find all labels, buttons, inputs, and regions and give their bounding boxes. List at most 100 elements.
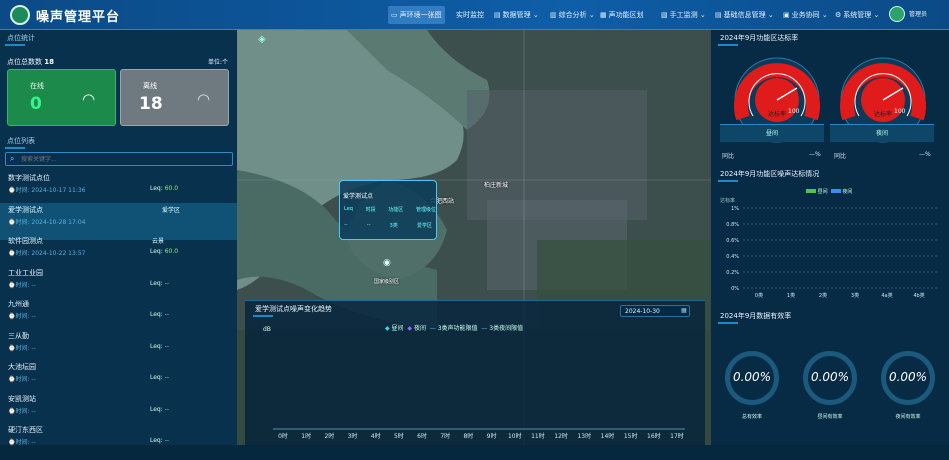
section-underline (5, 44, 25, 46)
ring-night-value: 0.00% (888, 370, 928, 384)
gauge-day-label: 达标率 (768, 110, 786, 118)
legend-night-swatch (830, 189, 841, 193)
bar-legend: 昼间 夜间 (806, 188, 852, 195)
point-time: ⌚时间: 2024-10-28 17:04 (8, 218, 86, 226)
nav-noise-map[interactable]: ▭ 声环境一张图 (388, 6, 445, 24)
ring-total-value: 0.00% (732, 370, 772, 384)
list-title: 点位列表 (7, 137, 35, 145)
search-icon: ⌕ (10, 154, 15, 163)
x-tick-label: 4a类 (881, 292, 892, 299)
point-name: 软件园测点 (8, 237, 43, 245)
point-time: ⌚时间: 2024-10-17 11:36 (8, 187, 86, 194)
gauge-night-value: 100 (894, 108, 906, 115)
point-time: ⌚时间: -- (8, 376, 36, 383)
stat-right-value: —% (919, 151, 931, 158)
section-underline (718, 322, 738, 324)
y-tick-label: 1% (731, 206, 739, 212)
point-name: 九州通 (8, 300, 29, 308)
x-tick-label: 4时 (371, 432, 381, 440)
ring-title: 2024年9月数据有效率 (720, 312, 792, 320)
x-tick-label: 9时 (487, 432, 497, 440)
point-leq: Leq: -- (150, 279, 170, 287)
nav-manual[interactable]: ▧ 手工监测 ⌄ (661, 6, 706, 24)
y-tick-label: 0.2% (726, 270, 739, 276)
x-tick-label: 4b类 (913, 292, 924, 299)
username[interactable]: 管理员 (909, 9, 927, 18)
gauge-night-label: 达标率 (874, 110, 892, 118)
stat-right-label: 同比 (834, 153, 847, 160)
x-tick-label: 13时 (577, 432, 591, 440)
x-tick-label: 17时 (670, 432, 684, 440)
logo-icon (10, 5, 30, 25)
nav-data[interactable]: ▤ 数据管理 ⌄ (494, 6, 539, 24)
x-tick-label: 14时 (601, 432, 615, 440)
map-label-zone: 国家级别区 (374, 279, 400, 285)
x-tick-label: 16时 (647, 432, 661, 440)
offline-count: 18 (139, 94, 163, 114)
ring-day-label: 昼间有效率 (817, 414, 843, 420)
x-tick-label: 6时 (417, 432, 427, 440)
point-leq: Leq: -- (150, 342, 170, 350)
gauge-title: 2024年9月功能区达标率 (720, 34, 799, 42)
point-leq: Leq: -- (150, 437, 170, 444)
point-name: 数字测试点位 (8, 174, 50, 182)
point-leq: Leq: 60.0 (150, 185, 179, 192)
layers-icon[interactable]: ◈ (258, 34, 266, 45)
stat-left-value: —% (809, 151, 821, 158)
trend-chart: 0时 1时 2时 3时 4时 5时 6时 7时 8时 9时 10时 11时 12时 13时 14时 15时 16… (273, 428, 685, 440)
stat-left-label: 同比 (722, 153, 735, 160)
point-name: 三从勤 (8, 331, 29, 340)
x-tick-label: 8时 (463, 432, 473, 440)
nav-system[interactable]: ⚙ 系统管理 ⌄ (835, 6, 879, 24)
cooperate-icon: ▣ (783, 11, 790, 19)
avatar[interactable] (889, 6, 905, 22)
x-tick-label: 3类 (851, 292, 859, 299)
tab-night[interactable]: 夜间 (830, 124, 934, 142)
point-leq: Leq: -- (150, 405, 170, 413)
bar-title: 2024年9月功能区噪声达标情况 (720, 170, 820, 178)
x-tick-label: 0类 (755, 292, 763, 299)
search-box[interactable]: ⌕ (5, 152, 233, 166)
point-leq: Leq: -- (150, 374, 170, 381)
bar-chart: 1% 0.8% 0.6% 0.4% 0.2% 0% 0类 1类 2类 3类 4a类 4b类 (726, 206, 937, 299)
offline-card[interactable]: 离线 18 ◠ (120, 69, 229, 126)
x-tick-label: 5时 (394, 432, 404, 440)
ring-day-value: 0.00% (810, 370, 850, 384)
trend-chart-panel: 爱学测试点噪声变化趋势 2024-10-30 ▦ dB ◆ 昼间 ◆ 夜间 — … (245, 300, 705, 445)
online-count: 0 (30, 94, 42, 114)
point-name: 安凯测站 (8, 394, 36, 403)
wifi-icon: ◠ (82, 90, 96, 108)
nav-analysis[interactable]: ▥ 综合分析 ⌄ (550, 6, 595, 24)
gear-icon: ⚙ (835, 11, 842, 19)
nav-realtime[interactable]: 实时监控 (456, 6, 484, 24)
right-panel: 2024年9月功能区达标率 达标率 100 达标率 100 昼间 夜间 同比 —… (711, 30, 949, 445)
nav-info[interactable]: ▤ 基础信息管理 ⌄ (715, 6, 774, 24)
info-icon: ▤ (715, 11, 722, 19)
x-tick-label: 12时 (554, 432, 568, 440)
ring-total-label: 总有效率 (741, 414, 762, 420)
map-marker-icon[interactable]: ◉ (383, 258, 391, 268)
nav-zone[interactable]: ▦ 声功能区划 (600, 6, 644, 24)
x-tick-label: 10时 (508, 432, 522, 440)
data-icon: ▤ (494, 11, 501, 19)
map-popup[interactable]: 爱学测试点 Leq 时段 功能区 管理级位 -- -- 3类 爱学区 (339, 180, 437, 240)
online-card[interactable]: 在线 0 ◠ (7, 69, 116, 126)
section-underline (718, 180, 738, 182)
zone-icon: ▦ (600, 11, 607, 19)
y-tick-label: 0% (731, 286, 739, 292)
point-name: 大池坛园 (8, 363, 36, 371)
point-leq: Leq: -- (150, 311, 170, 318)
gauge-day-value: 100 (788, 108, 800, 115)
point-name: 爱学测试点 (8, 205, 43, 214)
x-tick-label: 1类 (787, 292, 795, 299)
search-input[interactable] (21, 154, 221, 164)
y-tick-label: 0.6% (726, 238, 739, 244)
tab-day[interactable]: 昼间 (720, 124, 824, 142)
ring-night-label: 夜间有效率 (895, 414, 921, 420)
section-underline (718, 44, 738, 46)
point-time: ⌚时间: -- (8, 313, 36, 320)
point-zone: 云景 (152, 238, 165, 245)
unit-label: 单位:个 (208, 59, 229, 66)
nav-cooperate[interactable]: ▣ 业务协同 ⌄ (783, 6, 828, 24)
list-item[interactable]: 硬汀东西区 ⌚时间: -- Leq: -- (0, 423, 237, 460)
